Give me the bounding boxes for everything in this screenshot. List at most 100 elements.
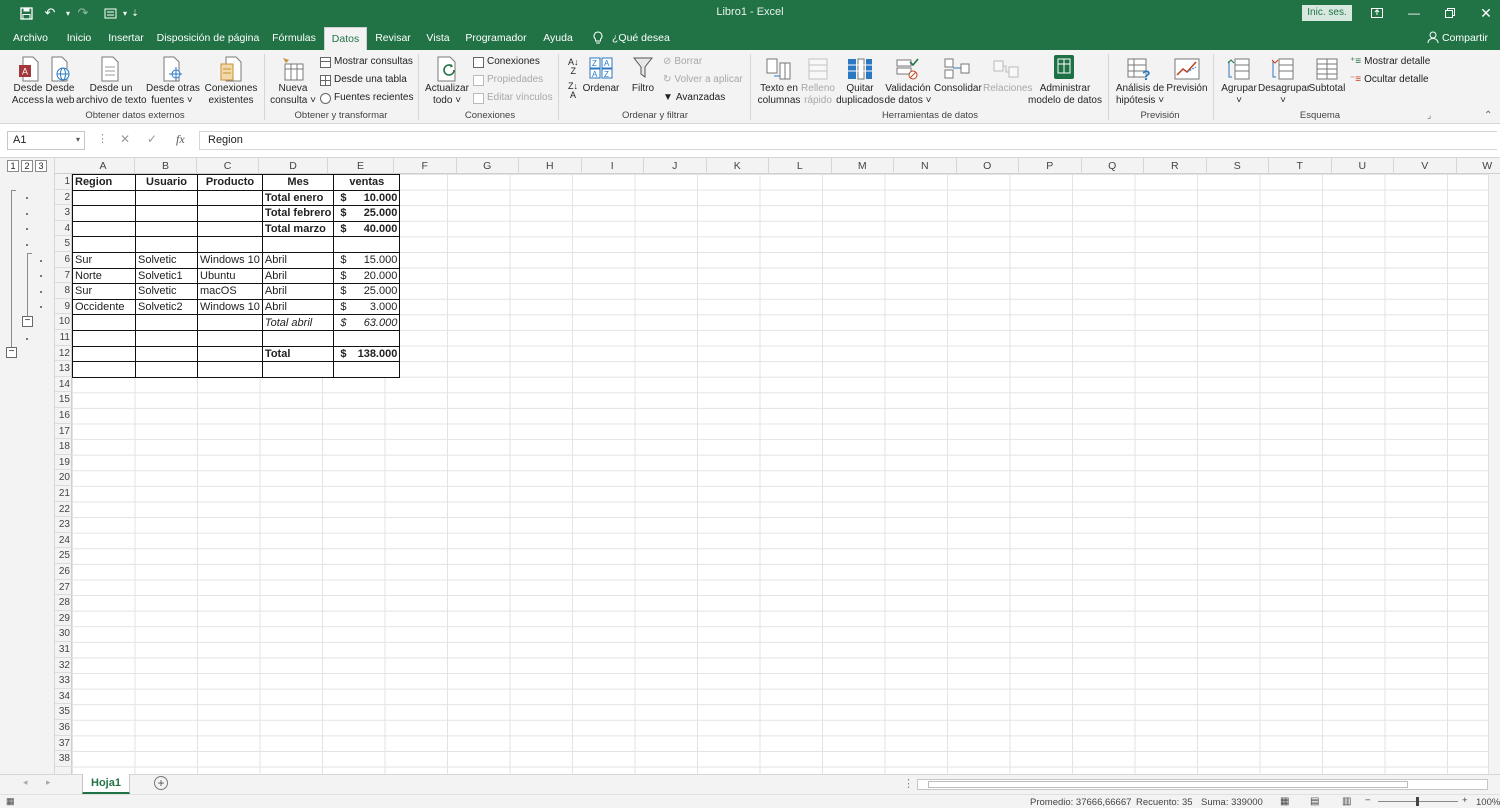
desde-una-tabla-button[interactable]: Desde una tabla <box>320 74 407 86</box>
table-cell[interactable] <box>135 236 198 253</box>
consolidate-icon[interactable] <box>943 55 971 83</box>
table-cell[interactable]: Total enero <box>261 189 335 207</box>
row-header[interactable]: 12 <box>55 346 72 362</box>
column-header[interactable]: P <box>1019 158 1082 174</box>
insert-function-icon[interactable]: fx <box>176 132 185 147</box>
row-header[interactable]: 31 <box>55 642 72 658</box>
row-header[interactable]: 3 <box>55 205 72 221</box>
row-header[interactable]: 7 <box>55 268 72 284</box>
vertical-scrollbar[interactable] <box>1488 174 1500 774</box>
table-cell[interactable] <box>348 361 401 378</box>
desde-web-button[interactable]: Desde la web <box>42 83 78 107</box>
table-cell[interactable]: 138.000 <box>348 345 401 363</box>
table-cell[interactable]: $ <box>333 298 349 316</box>
table-cell[interactable] <box>72 329 136 347</box>
sign-in-button[interactable]: Inic. ses. <box>1302 5 1352 21</box>
row-header[interactable]: 4 <box>55 221 72 237</box>
tab-programador[interactable]: Programador <box>464 27 528 50</box>
sheet-tab-hoja1[interactable]: Hoja1 <box>82 774 130 794</box>
table-cell[interactable]: $ <box>333 267 349 285</box>
table-cell[interactable]: $ <box>333 251 349 269</box>
fuentes-recientes-button[interactable]: Fuentes recientes <box>320 92 414 104</box>
tab-vista[interactable]: Vista <box>421 27 455 50</box>
column-header[interactable]: F <box>394 158 457 174</box>
row-header[interactable]: 5 <box>55 236 72 252</box>
row-header[interactable]: 38 <box>55 751 72 767</box>
table-cell[interactable] <box>333 236 349 253</box>
cancel-icon[interactable]: ✕ <box>120 132 130 146</box>
editar-vinculos-button[interactable]: Editar vínculos <box>473 92 553 104</box>
page-break-icon[interactable]: ▥ <box>1342 796 1351 807</box>
row-header[interactable]: 14 <box>55 377 72 393</box>
table-cell[interactable]: 10.000 <box>348 189 401 207</box>
tab-insertar[interactable]: Insertar <box>104 27 148 50</box>
ordenar-button[interactable]: Ordenar <box>582 83 620 95</box>
table-cell[interactable]: Total abril <box>261 314 335 331</box>
other-sources-icon[interactable] <box>160 55 184 83</box>
dialog-launcher-icon[interactable]: ⌟ <box>1427 110 1431 121</box>
table-cell[interactable] <box>197 236 263 253</box>
data-model-icon[interactable] <box>1050 53 1078 83</box>
ocultar-detalle-button[interactable]: ⁻≡ Ocultar detalle <box>1350 74 1429 86</box>
sort-az-icon[interactable]: A↓ Z <box>568 58 579 76</box>
row-header[interactable]: 29 <box>55 611 72 627</box>
table-cell[interactable] <box>72 361 136 378</box>
mostrar-consultas-button[interactable]: Mostrar consultas <box>320 56 413 68</box>
agrupar-button[interactable]: Agrupar ˅ <box>1218 83 1260 107</box>
column-header[interactable]: G <box>457 158 519 174</box>
table-cell[interactable]: 3.000 <box>348 298 401 316</box>
column-header[interactable]: S <box>1207 158 1269 174</box>
table-cell[interactable]: Abril <box>261 251 335 269</box>
row-header[interactable]: 9 <box>55 299 72 315</box>
table-cell[interactable] <box>197 189 263 207</box>
table-cell[interactable] <box>135 220 198 238</box>
tell-me-search[interactable]: ¿Qué desea hacer? <box>612 27 694 66</box>
column-header[interactable]: M <box>832 158 894 174</box>
conexiones-existentes-button[interactable]: Conexiones existentes <box>203 83 259 107</box>
subtotal-icon[interactable] <box>1314 55 1340 83</box>
mostrar-detalle-button[interactable]: ⁺≡ Mostrar detalle <box>1350 56 1430 68</box>
flash-fill-icon[interactable] <box>805 55 831 83</box>
column-header[interactable]: K <box>707 158 769 174</box>
relaciones-button[interactable]: Relaciones <box>983 83 1032 95</box>
table-cell[interactable] <box>135 361 198 378</box>
row-header[interactable]: 28 <box>55 595 72 611</box>
outline-level-3-button[interactable]: 3 <box>35 160 47 172</box>
table-cell[interactable] <box>261 361 335 378</box>
row-header[interactable]: 37 <box>55 736 72 752</box>
table-cell[interactable]: Solvetic <box>135 283 198 300</box>
column-header[interactable]: R <box>1144 158 1207 174</box>
zoom-out-icon[interactable]: − <box>1365 795 1371 806</box>
web-icon[interactable] <box>48 55 72 83</box>
table-cell[interactable]: Ubuntu <box>197 267 263 285</box>
header-cell[interactable]: ventas <box>333 174 401 191</box>
collapse-group-button[interactable]: − <box>22 316 33 327</box>
tab-datos[interactable]: Datos <box>324 27 367 50</box>
row-header[interactable]: 19 <box>55 455 72 471</box>
column-header[interactable]: I <box>582 158 644 174</box>
row-header[interactable]: 25 <box>55 548 72 564</box>
formula-input[interactable]: Region <box>199 131 1497 150</box>
zoom-in-icon[interactable]: + <box>1462 795 1468 806</box>
column-header[interactable]: W <box>1457 158 1500 174</box>
consolidar-button[interactable]: Consolidar <box>934 83 982 95</box>
prevision-button[interactable]: Previsión <box>1165 83 1209 95</box>
row-header[interactable]: 18 <box>55 439 72 455</box>
column-header[interactable]: J <box>644 158 707 174</box>
table-cell[interactable] <box>333 329 349 347</box>
table-cell[interactable]: 25.000 <box>348 205 401 222</box>
column-header[interactable]: U <box>1332 158 1394 174</box>
table-cell[interactable]: Abril <box>261 298 335 316</box>
table-cell[interactable]: Total marzo <box>261 220 335 238</box>
table-cell[interactable] <box>197 361 263 378</box>
column-header[interactable]: T <box>1269 158 1332 174</box>
analisis-hipotesis-button[interactable]: Análisis de hipótesis ˅ <box>1114 83 1166 107</box>
filtro-button[interactable]: Filtro <box>628 83 658 95</box>
table-cell[interactable] <box>197 345 263 363</box>
avanzadas-button[interactable]: ▼ Avanzadas <box>663 92 725 104</box>
data-table[interactable]: Region Usuario Producto Mes ventas Total ener… <box>72 174 401 378</box>
row-header[interactable]: 11 <box>55 330 72 346</box>
desagrupar-button[interactable]: Desagrupar ˅ <box>1258 83 1310 107</box>
table-cell[interactable] <box>197 329 263 347</box>
row-header[interactable]: 8 <box>55 283 72 299</box>
